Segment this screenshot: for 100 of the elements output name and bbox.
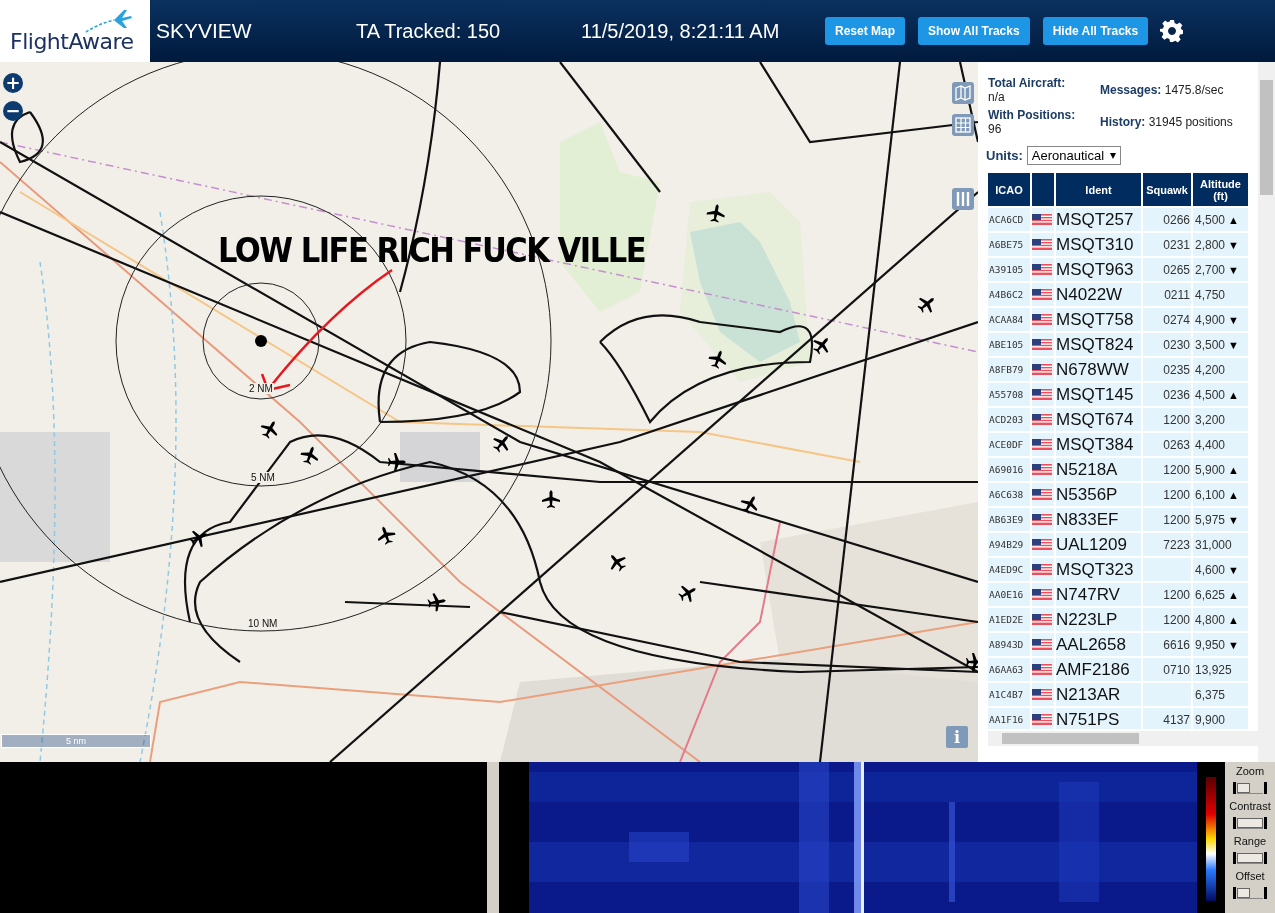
table-cell: N833EF xyxy=(1056,508,1141,531)
table-cell: 4,900 xyxy=(1195,312,1226,327)
table-cell: MSQT674 xyxy=(1056,408,1141,431)
logo-text: FlightAware xyxy=(10,29,135,54)
table-cell: 1200 xyxy=(1143,608,1191,631)
table-cell: 31,000 xyxy=(1195,537,1232,552)
trend-icon: ▼ xyxy=(1228,563,1239,576)
table-cell: A4ED9C xyxy=(988,558,1030,581)
table-cell: 4,750 xyxy=(1195,287,1226,302)
trend-icon: ▼ xyxy=(1228,338,1239,351)
table-cell: 1200 xyxy=(1143,483,1191,506)
table-cell: 0235 xyxy=(1143,358,1191,381)
table-cell: N5218A xyxy=(1056,458,1141,481)
column-header[interactable]: Altitude (ft) xyxy=(1193,173,1248,206)
column-header[interactable]: Ident xyxy=(1056,173,1141,206)
table-cell: ACD203 xyxy=(988,408,1030,431)
table-cell: 3,200 xyxy=(1195,412,1226,427)
table-cell: N223LP xyxy=(1056,608,1141,631)
table-cell: 4,600 xyxy=(1195,562,1226,577)
table-cell: N747RV xyxy=(1056,583,1141,606)
table-cell: 2,800 xyxy=(1195,237,1226,252)
table-cell: 6616 xyxy=(1143,633,1191,656)
table-cell: A8943D xyxy=(988,633,1030,656)
table-cell: ABE105 xyxy=(988,333,1030,356)
slider-label: Contrast xyxy=(1229,800,1271,812)
table-cell: 4137 xyxy=(1143,708,1191,729)
table-cell: 3,500 xyxy=(1195,337,1226,352)
table-cell: AMF2186 xyxy=(1056,658,1141,681)
table-cell: 9,900 xyxy=(1195,712,1226,727)
table-cell: 5,975 xyxy=(1195,512,1226,527)
table-cell: A6C638 xyxy=(988,483,1030,506)
table-cell: MSQT257 xyxy=(1056,208,1141,231)
table-cell: 4,500 xyxy=(1195,212,1226,227)
table-cell: A8FB79 xyxy=(988,358,1030,381)
table-cell: MSQT310 xyxy=(1056,233,1141,256)
table-cell: 4,400 xyxy=(1195,437,1226,452)
table-cell: 1200 xyxy=(1143,508,1191,531)
table-cell: 4,500 xyxy=(1195,387,1226,402)
table-cell: MSQT758 xyxy=(1056,308,1141,331)
column-header[interactable]: ICAO xyxy=(988,173,1030,206)
table-cell: A6BE75 xyxy=(988,233,1030,256)
table-cell: MSQT323 xyxy=(1056,558,1141,581)
units-dropdown[interactable]: Aeronautical xyxy=(1026,146,1122,165)
table-cell: AAL2658 xyxy=(1056,633,1141,656)
trend-icon: ▼ xyxy=(1228,638,1239,651)
stat-value: 31945 positions xyxy=(1148,115,1233,129)
slider-label: Offset xyxy=(1235,870,1265,882)
units-label: Units: xyxy=(986,148,1023,163)
trend-icon: ▲ xyxy=(1228,613,1239,626)
table-cell: A6AA63 xyxy=(988,658,1030,681)
stat-value: 96 xyxy=(988,122,1003,136)
table-cell: A1ED2E xyxy=(988,608,1030,631)
table-cell: A94B29 xyxy=(988,533,1030,556)
table-cell: 0230 xyxy=(1143,333,1191,356)
table-cell: MSQT963 xyxy=(1056,258,1141,281)
stat-value: 1475.8/sec xyxy=(1164,83,1224,97)
table-cell: 0211 xyxy=(1143,283,1191,306)
trend-icon: ▼ xyxy=(1228,513,1239,526)
table-cell: N678WW xyxy=(1056,358,1141,381)
table-cell: AB63E9 xyxy=(988,508,1030,531)
table-cell: A39105 xyxy=(988,258,1030,281)
date-time: 11/5/2019, 8:21:11 AM xyxy=(581,19,781,43)
trend-icon: ▼ xyxy=(1228,313,1239,326)
table-cell: UAL1209 xyxy=(1056,533,1141,556)
table-cell: 0266 xyxy=(1143,208,1191,231)
table-cell: 0710 xyxy=(1143,658,1191,681)
stat-label: History: xyxy=(1100,115,1146,129)
table-cell: 6,100 xyxy=(1195,487,1226,502)
stat-label: Messages: xyxy=(1100,83,1162,97)
column-header[interactable]: Squawk xyxy=(1143,173,1191,206)
table-cell: 1200 xyxy=(1143,583,1191,606)
table-cell: N5356P xyxy=(1056,483,1141,506)
trend-icon: ▼ xyxy=(1228,238,1239,251)
table-cell: 6,375 xyxy=(1195,687,1226,702)
table-cell: N213AR xyxy=(1056,683,1141,706)
table-cell: 0231 xyxy=(1143,233,1191,256)
table-cell: MSQT145 xyxy=(1056,383,1141,406)
table-cell: N751PS xyxy=(1056,708,1141,729)
table-cell: 13,925 xyxy=(1195,662,1232,677)
table-cell: 4,800 xyxy=(1195,612,1226,627)
table-cell: ACA6CD xyxy=(988,208,1030,231)
trend-icon: ▲ xyxy=(1228,463,1239,476)
app-title: SKYVIEW xyxy=(156,19,253,43)
table-cell: 2,700 xyxy=(1195,262,1226,277)
trend-icon: ▲ xyxy=(1228,488,1239,501)
table-cell: 0265 xyxy=(1143,258,1191,281)
slider-label: Range xyxy=(1233,835,1267,847)
tracked-count: TA Tracked: 150 xyxy=(356,19,502,43)
table-cell: ACE0DF xyxy=(988,433,1030,456)
table-cell: 1200 xyxy=(1143,458,1191,481)
table-cell: 0274 xyxy=(1143,308,1191,331)
trend-icon: ▲ xyxy=(1228,588,1239,601)
trend-icon: ▼ xyxy=(1228,263,1239,276)
stat-label: Total Aircraft: xyxy=(988,76,1067,90)
table-cell: 4,200 xyxy=(1195,362,1226,377)
table-cell: 7223 xyxy=(1143,533,1191,556)
table-cell: 6,625 xyxy=(1195,587,1226,602)
trend-icon: ▲ xyxy=(1228,388,1239,401)
slider-label: Zoom xyxy=(1235,765,1265,777)
table-cell: MSQT384 xyxy=(1056,433,1141,456)
